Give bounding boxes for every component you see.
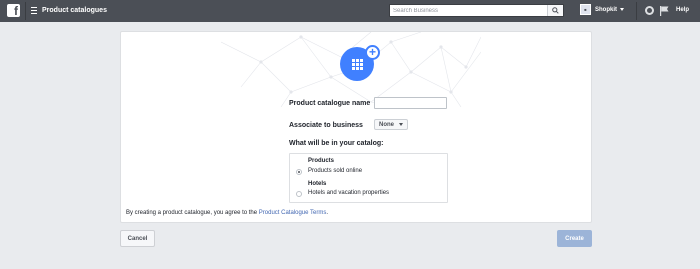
plus-icon: +: [365, 45, 380, 60]
terms-notice: By creating a product catalogue, you agr…: [126, 210, 328, 216]
hamburger-menu-icon[interactable]: [31, 7, 37, 14]
search-input[interactable]: [390, 5, 548, 16]
search-bar: [389, 4, 564, 17]
business-account-switcher[interactable]: ■ Shopkit: [580, 4, 624, 15]
option-title: Hotels: [308, 181, 327, 187]
product-catalogue-terms-link[interactable]: Product Catalogue Terms: [259, 210, 327, 216]
chevron-down-icon: [620, 8, 624, 11]
business-select-value: None: [379, 121, 394, 128]
flag-icon[interactable]: [660, 6, 669, 16]
products-radio[interactable]: [296, 169, 302, 175]
terms-suffix: .: [326, 210, 329, 216]
catalog-type-question: What will be in your catalog:: [289, 140, 384, 147]
account-name: Shopkit: [595, 6, 617, 13]
page-title: Product catalogues: [42, 7, 107, 14]
option-description: Hotels and vacation properties: [308, 190, 390, 196]
catalogue-name-label: Product catalogue name: [289, 100, 371, 107]
globe-icon[interactable]: [645, 6, 654, 15]
create-button[interactable]: Create: [557, 230, 592, 247]
option-description: Products sold online: [308, 168, 363, 174]
top-navigation-bar: f Product catalogues ■ Shopkit Help: [0, 0, 700, 22]
help-link[interactable]: Help: [676, 6, 689, 15]
associate-business-label: Associate to business: [289, 122, 363, 129]
catalog-type-options: Products Products sold online Hotels Hot…: [289, 153, 448, 203]
option-title: Products: [308, 158, 335, 164]
catalogue-name-field[interactable]: [374, 97, 447, 109]
chevron-down-icon: [399, 123, 403, 126]
divider: [25, 2, 26, 20]
cancel-button[interactable]: Cancel: [120, 230, 155, 247]
facebook-logo-icon[interactable]: f: [7, 4, 20, 17]
search-icon: [552, 7, 559, 14]
divider: [636, 2, 637, 20]
search-button[interactable]: [547, 5, 563, 16]
terms-prefix: By creating a product catalogue, you agr…: [126, 210, 259, 216]
create-catalogue-card: + Product catalogue name Associate to bu…: [120, 31, 592, 223]
hotels-radio[interactable]: [296, 191, 302, 197]
account-avatar: ■: [580, 4, 591, 15]
business-select[interactable]: None: [374, 119, 408, 130]
